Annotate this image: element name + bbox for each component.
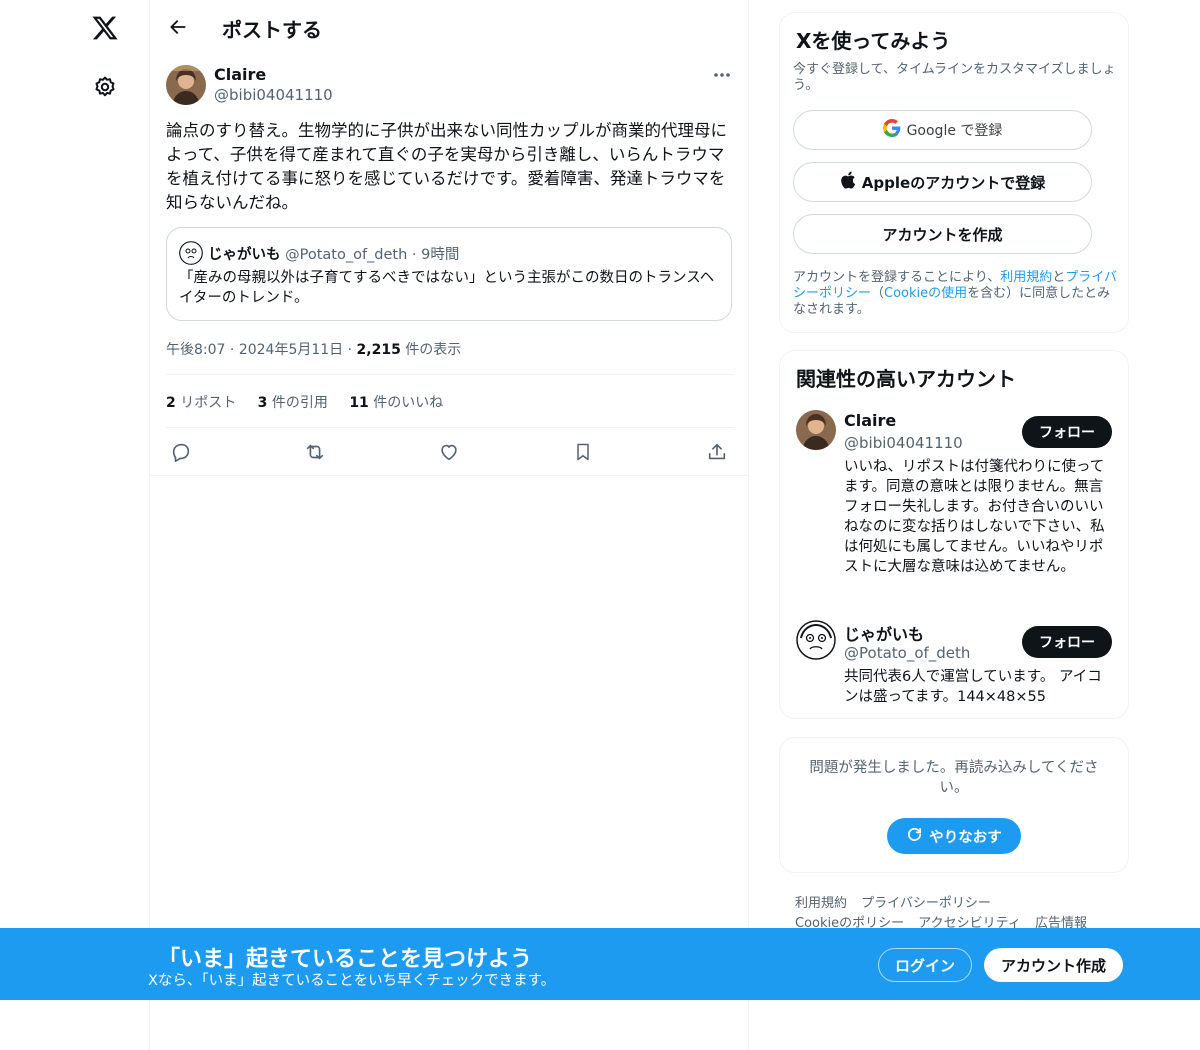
create-account-button[interactable]: アカウントを作成 (793, 214, 1092, 254)
apple-icon (840, 171, 856, 193)
create-account-label: アカウントを作成 (882, 225, 1003, 244)
quote-author-avatar (179, 241, 203, 265)
stat-quotes[interactable]: 3 件の引用 (258, 395, 328, 411)
post-author-handle[interactable]: @bibi04041110 (214, 86, 333, 104)
refresh-icon (906, 826, 923, 847)
apple-signup-label: Appleのアカウントで登録 (861, 173, 1046, 192)
google-signup-button[interactable]: Google で登録 (793, 110, 1092, 150)
footer-link-terms[interactable]: 利用規約 (795, 896, 847, 911)
share-icon[interactable] (704, 439, 730, 465)
meta-separator: · (347, 342, 353, 358)
divider (166, 374, 734, 375)
divider (166, 427, 734, 428)
retry-label: やりなおす (929, 829, 1002, 846)
post-meta: 午後8:07 · 2024年5月11日 · 2,215 件の表示 (166, 339, 461, 359)
follow-button[interactable]: フォロー (1022, 626, 1112, 658)
divider (150, 475, 749, 476)
apple-signup-button[interactable]: Appleのアカウントで登録 (793, 162, 1092, 202)
google-icon (882, 119, 901, 141)
footer-links-row-1: 利用規約 プライバシーポリシー (795, 892, 1001, 911)
account-name[interactable]: Claire (844, 411, 896, 430)
post-author-name[interactable]: Claire (214, 65, 266, 84)
quote-time: 9時間 (421, 247, 460, 263)
footer-link-privacy[interactable]: プライバシーポリシー (861, 896, 991, 911)
signup-card: Xを使ってみよう 今すぐ登録して、タイムラインをカスタマイズしましょう。 Goo… (779, 12, 1129, 333)
post-text: 論点のすり替え。生物学的に子供が出来ない同性カップルが商業的代理母によって、子供… (166, 121, 727, 212)
signup-button[interactable]: アカウント作成 (984, 948, 1123, 982)
views-label: 件の表示 (405, 342, 462, 358)
google-signup-label: Google で登録 (906, 123, 1003, 139)
account-bio: 共同代表6人で運営しています。 アイコンは盛ってます。144×48×55 (844, 669, 1102, 705)
quote-separator: · (411, 247, 417, 263)
cookie-link[interactable]: Cookieの使用 (884, 286, 967, 301)
page-title: ポストする (222, 18, 322, 42)
account-bio: いいね、リポストは付箋代わりに使ってます。同意の意味とは限りません。無言フォロー… (844, 459, 1105, 575)
signup-card-title: Xを使ってみよう (796, 29, 951, 53)
more-icon[interactable] (707, 65, 737, 85)
post-date[interactable]: 2024年5月11日 (239, 342, 343, 358)
error-message: 問題が発生しました。再読み込みしてください。 (809, 760, 1099, 796)
left-nav (0, 0, 150, 1050)
login-prompt-subtitle: Xなら、「いま」起きていることをいち早くチェックできます。 (148, 973, 556, 989)
x-logo-icon[interactable] (80, 3, 130, 53)
stat-likes[interactable]: 11 件のいいね (349, 395, 443, 411)
signup-legal-text: アカウントを登録することにより、利用規約とプライバシーポリシー（Cookieの使… (793, 270, 1118, 317)
account-name[interactable]: じゃがいも (844, 621, 924, 645)
main-column: ポストする Claire @bibi04041110 論点のすり替え。生物学的に… (150, 0, 749, 1050)
post-time[interactable]: 午後8:07 (166, 342, 225, 358)
relevant-accounts-title: 関連性の高いアカウント (796, 367, 1016, 391)
repost-icon[interactable] (302, 439, 328, 465)
follow-button[interactable]: フォロー (1022, 416, 1112, 448)
stat-reposts[interactable]: 2 リポスト (166, 395, 236, 411)
like-icon[interactable] (436, 439, 462, 465)
account-handle[interactable]: @bibi04041110 (844, 434, 963, 452)
account-handle[interactable]: @Potato_of_deth (844, 644, 970, 662)
quote-text: 「産みの母親以外は子育てするべきではない」という主張がこの数日のトランスヘイター… (179, 270, 715, 306)
bookmark-icon[interactable] (570, 439, 596, 465)
quote-header: じゃがいも @Potato_of_deth · 9時間 (208, 243, 459, 264)
meta-separator: · (229, 342, 235, 358)
reply-icon[interactable] (168, 439, 194, 465)
page-header: ポストする (150, 0, 749, 54)
avatar[interactable] (796, 620, 836, 660)
quoted-post[interactable]: じゃがいも @Potato_of_deth · 9時間 「産みの母親以外は子育て… (166, 227, 732, 321)
post-stats: 2 リポスト 3 件の引用 11 件のいいね (166, 392, 460, 412)
post-author-avatar[interactable] (166, 65, 206, 105)
login-button[interactable]: ログイン (878, 948, 972, 982)
gear-icon[interactable] (80, 62, 130, 112)
terms-link[interactable]: 利用規約 (1000, 270, 1052, 285)
quote-author-handle: @Potato_of_deth (285, 247, 408, 263)
views-count: 2,215 (356, 342, 401, 358)
avatar[interactable] (796, 410, 836, 450)
login-prompt-bar: 「いま」起きていることを見つけよう Xなら、「いま」起きていることをいち早くチェ… (0, 928, 1200, 1000)
signup-card-subtitle: 今すぐ登録して、タイムラインをカスタマイズしましょう。 (793, 62, 1116, 93)
quote-author-name: じゃがいも (208, 247, 281, 263)
relevant-accounts-card: 関連性の高いアカウント Claire @bibi04041110 フォロー いい… (779, 350, 1129, 719)
back-arrow-icon[interactable] (162, 11, 194, 43)
retry-button[interactable]: やりなおす (887, 818, 1021, 854)
error-card: 問題が発生しました。再読み込みしてください。 やりなおす (779, 737, 1129, 873)
